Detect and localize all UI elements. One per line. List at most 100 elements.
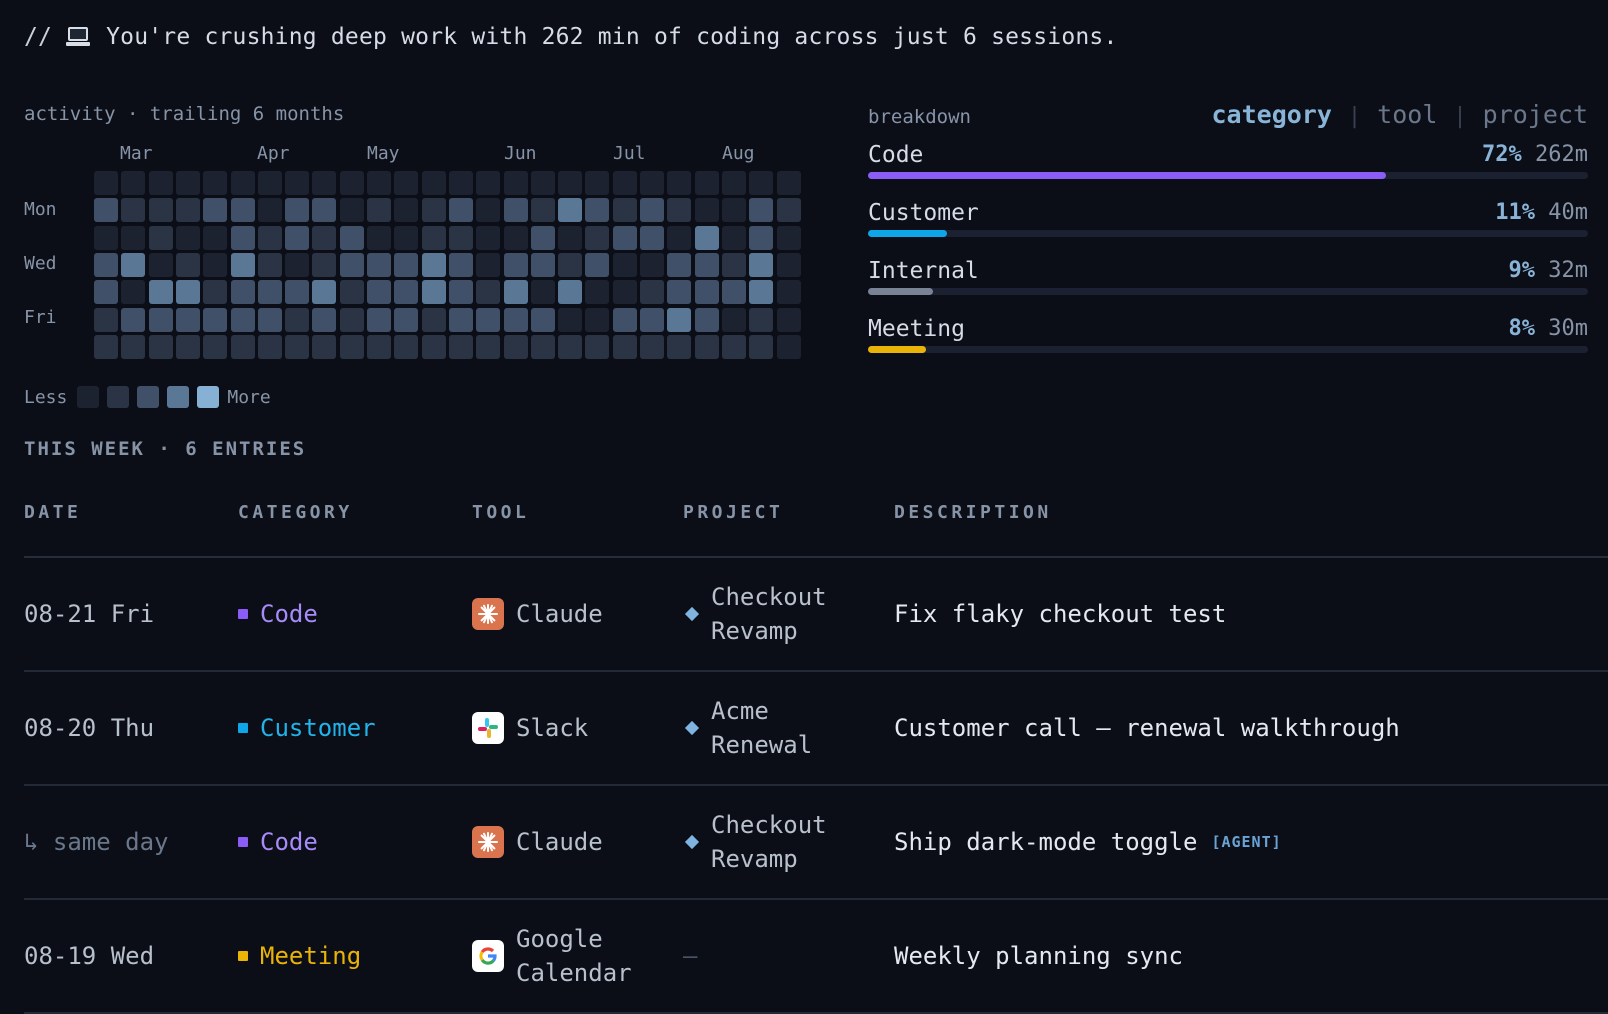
- entry-date: 08-19 Wed: [24, 942, 155, 970]
- entry-description[interactable]: Weekly planning sync: [894, 942, 1183, 970]
- heatmap-cell: [285, 225, 310, 250]
- heatmap-cell: [448, 225, 473, 250]
- heatmap-cell: [312, 280, 337, 305]
- legend-swatch: [107, 386, 130, 408]
- heatmap-cell: [285, 334, 310, 359]
- table-row[interactable]: 08-19 Wed Meeting Google Calendar — Weekly p…: [24, 900, 1608, 1014]
- heatmap-cell: [285, 252, 310, 277]
- heatmap-cell: [94, 252, 118, 277]
- column-header-project[interactable]: PROJECT: [683, 502, 783, 523]
- category-label: Meeting: [260, 942, 362, 970]
- category-tag[interactable]: Code: [238, 828, 318, 856]
- breakdown-bar-track: [868, 172, 1588, 179]
- column-header-date[interactable]: DATE: [24, 502, 81, 523]
- heatmap-cell: [694, 334, 719, 359]
- project-cell: Checkout Revamp: [683, 558, 841, 670]
- column-header-tool[interactable]: TOOL: [472, 502, 529, 523]
- project-tag[interactable]: Acme Renewal: [683, 694, 841, 762]
- entry-description[interactable]: Fix flaky checkout test: [894, 600, 1226, 628]
- insight-text: You're crushing deep work with 262 min o…: [106, 24, 1118, 50]
- breakdown-percent: 11%: [1495, 200, 1535, 225]
- heatmap-cell: [448, 252, 473, 277]
- tab-project[interactable]: project: [1483, 100, 1588, 129]
- heatmap-cell: [257, 171, 282, 195]
- heatmap-cell: [667, 307, 692, 332]
- heatmap-cell: [776, 252, 801, 277]
- heatmap-cell: [558, 225, 583, 250]
- heatmap-cell: [667, 334, 692, 359]
- heatmap-cell: [175, 171, 200, 195]
- category-color-swatch: [238, 723, 248, 733]
- heatmap-cell: [776, 171, 801, 195]
- heatmap-cell: [421, 307, 446, 332]
- breakdown-row-code: Code 72% 262m: [868, 134, 1588, 192]
- heatmap-cell: [394, 225, 419, 250]
- heatmap-cell: [257, 252, 282, 277]
- heatmap-cell: [230, 225, 255, 250]
- heatmap-cell: [448, 198, 473, 223]
- table-row[interactable]: 08-20 Thu Customer Slack Acme Renewal Custom…: [24, 672, 1608, 786]
- heatmap-cell: [612, 280, 637, 305]
- entry-description[interactable]: Customer call — renewal walkthrough: [894, 714, 1400, 742]
- heatmap-cell: [476, 225, 501, 250]
- project-cell: —: [683, 900, 697, 1012]
- heatmap-cell: [749, 280, 774, 305]
- heatmap-cell: [394, 280, 419, 305]
- breakdown-minutes: 30m: [1548, 316, 1588, 341]
- month-label-jun: Jun: [504, 143, 537, 164]
- description-cell: Fix flaky checkout test: [894, 558, 1226, 670]
- project-tag[interactable]: Checkout Revamp: [683, 580, 841, 648]
- heatmap-cell: [339, 334, 364, 359]
- tool-tag[interactable]: Claude: [472, 825, 603, 859]
- tool-tag[interactable]: Claude: [472, 597, 603, 631]
- breakdown-row-customer: Customer 11% 40m: [868, 192, 1588, 250]
- breakdown-value: 9% 32m: [1509, 258, 1589, 283]
- tool-tag[interactable]: Google Calendar: [472, 922, 646, 990]
- heatmap-cell: [612, 334, 637, 359]
- date-cell: 08-19 Wed: [24, 900, 154, 1012]
- table-row[interactable]: ↳ same day Code Claude Checkout Revamp Ship …: [24, 786, 1608, 900]
- tab-tool[interactable]: tool: [1377, 100, 1437, 129]
- heatmap-cell: [394, 171, 419, 195]
- heatmap-cell: [530, 171, 555, 195]
- heatmap-cell: [339, 280, 364, 305]
- heatmap-cell: [367, 280, 391, 305]
- project-diamond-icon: [684, 720, 700, 736]
- category-tag[interactable]: Customer: [238, 714, 376, 742]
- heatmap-cell: [749, 307, 774, 332]
- entry-description[interactable]: Ship dark-mode toggle [AGENT]: [894, 828, 1282, 856]
- heatmap-cell: [721, 225, 746, 250]
- heatmap-cell: [749, 252, 774, 277]
- day-label-wed: Wed: [24, 253, 57, 274]
- category-tag[interactable]: Meeting: [238, 942, 361, 970]
- column-header-category[interactable]: CATEGORY: [238, 502, 353, 523]
- heatmap-cell: [257, 334, 282, 359]
- tool-tag[interactable]: Slack: [472, 711, 588, 745]
- heatmap-cell: [230, 280, 255, 305]
- heatmap-cell: [558, 307, 583, 332]
- table-row[interactable]: 08-21 Fri Code Claude Checkout Revamp Fix fl…: [24, 558, 1608, 672]
- heatmap-cell: [367, 198, 391, 223]
- project-tag[interactable]: Checkout Revamp: [683, 808, 841, 876]
- heatmap-cell: [776, 307, 801, 332]
- column-header-description[interactable]: DESCRIPTION: [894, 502, 1052, 523]
- description-cell: Customer call — renewal walkthrough: [894, 672, 1400, 784]
- tab-category[interactable]: category: [1212, 100, 1332, 129]
- category-label: Code: [260, 600, 318, 628]
- heatmap-cell: [612, 171, 637, 195]
- heatmap-cell: [694, 307, 719, 332]
- category-tag[interactable]: Code: [238, 600, 318, 628]
- heatmap-cell: [148, 280, 173, 305]
- heatmap-cell: [503, 171, 528, 195]
- legend-swatch: [77, 386, 100, 408]
- tool-cell: Claude: [472, 558, 603, 670]
- heatmap-cell: [175, 198, 200, 223]
- heatmap-cell: [503, 225, 528, 250]
- heatmap-cell: [121, 307, 146, 332]
- breakdown-percent: 9%: [1508, 258, 1536, 283]
- heatmap-cell: [94, 280, 118, 305]
- heatmap-cell: [121, 171, 146, 195]
- heatmap-cell: [585, 171, 610, 195]
- category-cell: Code: [238, 786, 318, 898]
- heatmap-cell: [203, 252, 228, 277]
